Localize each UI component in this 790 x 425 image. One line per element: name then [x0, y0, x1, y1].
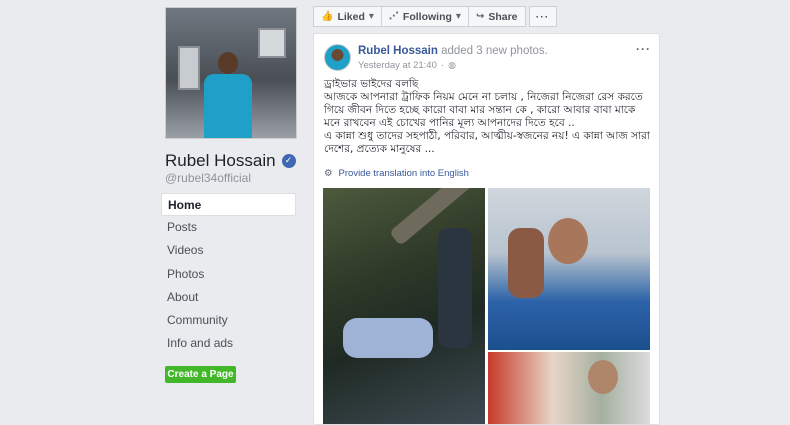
meta-separator: ·: [440, 60, 445, 71]
like-thumb-icon: 👍: [321, 11, 334, 22]
chevron-down-icon: ▾: [368, 11, 374, 22]
chevron-down-icon: ▾: [455, 11, 461, 22]
share-label: Share: [488, 10, 518, 23]
post-photo-2[interactable]: [488, 188, 650, 350]
following-button[interactable]: ⋰ Following ▾: [380, 6, 469, 27]
page-name-text[interactable]: Rubel Hossain: [165, 151, 276, 171]
post-action-text: added 3 new photos.: [441, 45, 548, 57]
left-column: Rubel Hossain ✓ @rubel34official Home Po…: [0, 0, 305, 425]
page-nav: Home Posts Videos Photos About Community…: [161, 193, 296, 355]
translate-label: Provide translation into English: [338, 168, 469, 179]
post-text-line: এ কান্না শুধু তাদের সহপাঠী, পরিবার, আত্ম…: [324, 130, 650, 155]
profile-photo-detail: [204, 74, 252, 138]
more-options-button[interactable]: ···: [528, 6, 557, 27]
post-photo-1[interactable]: [323, 188, 485, 424]
photo-detail: [343, 318, 433, 358]
photo-detail: [438, 228, 472, 348]
liked-button[interactable]: 👍 Liked ▾: [313, 6, 382, 27]
post-author-link[interactable]: Rubel Hossain: [358, 45, 438, 57]
share-button[interactable]: ↪ Share: [467, 6, 526, 27]
post-text-line: ড্রাইভার ভাইদের বলছি: [324, 78, 419, 90]
page-action-bar: 👍 Liked ▾ ⋰ Following ▾ ↪ Share ···: [313, 6, 557, 27]
profile-photo-detail: [258, 28, 286, 58]
nav-item-info-and-ads[interactable]: Info and ads: [161, 332, 296, 355]
profile-photo-detail: [218, 52, 238, 74]
post-header: Rubel Hossain added 3 new photos.: [358, 45, 548, 57]
verified-check-icon: ✓: [281, 154, 296, 168]
page-handle[interactable]: @rubel34official: [165, 171, 251, 185]
photo-detail: [548, 218, 588, 264]
nav-item-videos[interactable]: Videos: [161, 239, 296, 262]
photo-detail: [588, 360, 618, 394]
translate-link[interactable]: ⚙ Provide translation into English: [324, 168, 469, 179]
post-timestamp[interactable]: Yesterday at 21:40: [358, 60, 437, 71]
following-label: Following: [402, 10, 452, 23]
profile-photo[interactable]: [165, 7, 297, 139]
share-arrow-icon: ↪: [475, 11, 485, 22]
rss-icon: ⋰: [388, 11, 399, 22]
post-text-line: আজকে আপনারা ট্রাফিক নিয়ম মেনে না চলায় …: [324, 91, 643, 129]
post-body: ড্রাইভার ভাইদের বলছি আজকে আপনারা ট্রাফিক…: [324, 78, 654, 156]
post-photo-3[interactable]: [488, 352, 650, 424]
page-title[interactable]: Rubel Hossain ✓: [165, 151, 296, 171]
right-gutter: [660, 0, 790, 425]
create-page-button[interactable]: Create a Page: [165, 366, 236, 383]
nav-item-community[interactable]: Community: [161, 309, 296, 332]
profile-photo-detail: [178, 46, 200, 90]
photo-detail: [508, 228, 544, 298]
post-card: Rubel Hossain added 3 new photos. Yester…: [313, 33, 660, 425]
nav-item-photos[interactable]: Photos: [161, 263, 296, 286]
nav-item-about[interactable]: About: [161, 286, 296, 309]
avatar[interactable]: [324, 44, 351, 71]
gear-icon: ⚙: [324, 168, 333, 179]
globe-icon[interactable]: ◍: [448, 61, 456, 71]
post-options-icon[interactable]: ···: [636, 42, 651, 56]
nav-item-posts[interactable]: Posts: [161, 216, 296, 239]
post-meta: Yesterday at 21:40 · ◍: [358, 60, 456, 71]
nav-item-home[interactable]: Home: [161, 193, 296, 217]
liked-label: Liked: [337, 10, 365, 23]
